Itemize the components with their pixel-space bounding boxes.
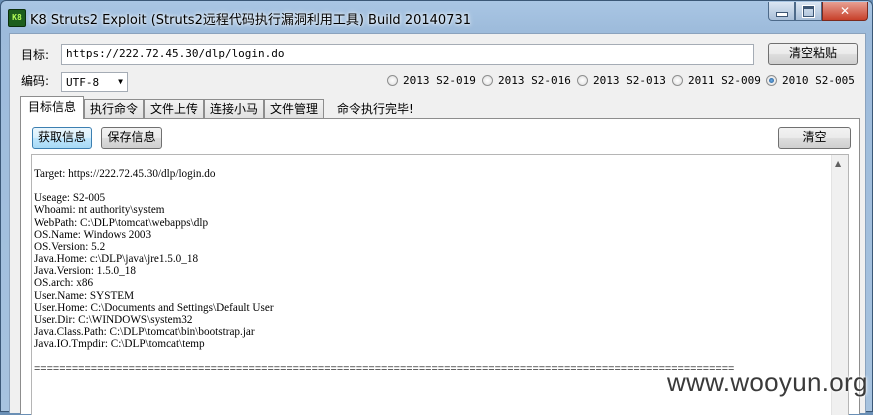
radio-icon [577,75,588,86]
exploit-radio-label: 2013 S2-013 [593,74,666,87]
output-line: ========================================… [34,362,735,375]
minimize-icon [775,11,788,17]
status-message: 命令执行完毕! [337,102,414,116]
clear-output-button[interactable]: 清空 [778,127,851,149]
output-line: User.Dir: C:\WINDOWS\system32 [34,313,193,326]
exploit-radio-label: 2013 S2-019 [403,74,476,87]
output-line: WebPath: C:\DLP\tomcat\webapps\dlp [34,216,209,229]
output-line: Java.IO.Tmpdir: C:\DLP\tomcat\temp [34,338,205,351]
output-line: OS.Version: 5.2 [34,240,106,253]
minimize-button[interactable] [768,2,795,21]
output-line: Target: https://222.72.45.30/dlp/login.d… [34,168,216,180]
exploit-radio-s2-016[interactable]: 2013 S2-016 [482,74,571,87]
scroll-up-icon[interactable]: ▲ [835,159,841,168]
maximize-icon [802,4,815,18]
output-line: Java.Class.Path: C:\DLP\tomcat\bin\boots… [34,326,255,339]
tab-connect-shell[interactable]: 连接小马 [204,99,264,118]
output-line: OS.Name: Windows 2003 [34,228,152,241]
get-info-button[interactable]: 获取信息 [32,127,92,149]
radio-icon [672,75,683,86]
exploit-radio-s2-013[interactable]: 2013 S2-013 [577,74,666,87]
output-text: Target: https://222.72.45.30/dlp/login.d… [34,168,734,375]
exploit-radio-s2-005[interactable]: 2010 S2-005 [766,74,855,87]
output-line: Java.Home: c:\DLP\java\jre1.5.0_18 [34,253,199,266]
exploit-radio-label: 2013 S2-016 [498,74,571,87]
target-label: 目标: [21,48,50,62]
save-info-button[interactable]: 保存信息 [101,127,162,149]
exploit-radio-label: 2011 S2-009 [688,74,761,87]
target-url-input[interactable]: https://222.72.45.30/dlp/login.do [61,44,754,65]
encoding-select[interactable]: UTF-8 ▼ [61,72,128,92]
output-line: Useage: S2-005 [34,192,106,205]
app-window: K8 K8 Struts2 Exploit (Struts2远程代码执行漏洞利用… [0,0,873,415]
output-line: OS.arch: x86 [34,277,94,290]
clear-paste-button[interactable]: 清空粘贴 [768,43,858,65]
chevron-down-icon: ▼ [118,77,123,86]
tab-execute-command[interactable]: 执行命令 [84,99,144,118]
output-line: Java.Version: 1.5.0_18 [34,265,136,278]
exploit-radio-s2-019[interactable]: 2013 S2-019 [387,74,476,87]
close-icon: ✕ [839,4,851,18]
title-bar[interactable]: K8 K8 Struts2 Exploit (Struts2远程代码执行漏洞利用… [1,1,872,33]
maximize-button[interactable] [795,2,822,21]
close-button[interactable]: ✕ [822,2,868,21]
exploit-radio-s2-009[interactable]: 2011 S2-009 [672,74,761,87]
radio-icon [387,75,398,86]
client-area: 目标: https://222.72.45.30/dlp/login.do 清空… [9,33,866,415]
output-line: User.Home: C:\Documents and Settings\Def… [34,301,274,314]
encoding-label: 编码: [21,74,50,88]
exploit-radio-label: 2010 S2-005 [782,74,855,87]
app-logo-icon: K8 [8,9,26,27]
tab-file-manager[interactable]: 文件管理 [264,99,324,118]
tab-target-info[interactable]: 目标信息 [20,96,84,119]
radio-icon [482,75,493,86]
watermark-text: www.wooyun.org [667,367,868,397]
window-title: K8 Struts2 Exploit (Struts2远程代码执行漏洞利用工具)… [30,13,471,28]
output-line: User.Name: SYSTEM [34,289,135,302]
tab-file-upload[interactable]: 文件上传 [144,99,204,118]
output-line: Whoami: nt authority\system [34,204,165,217]
encoding-value: UTF-8 [66,76,100,89]
radio-selected-icon [766,75,777,86]
